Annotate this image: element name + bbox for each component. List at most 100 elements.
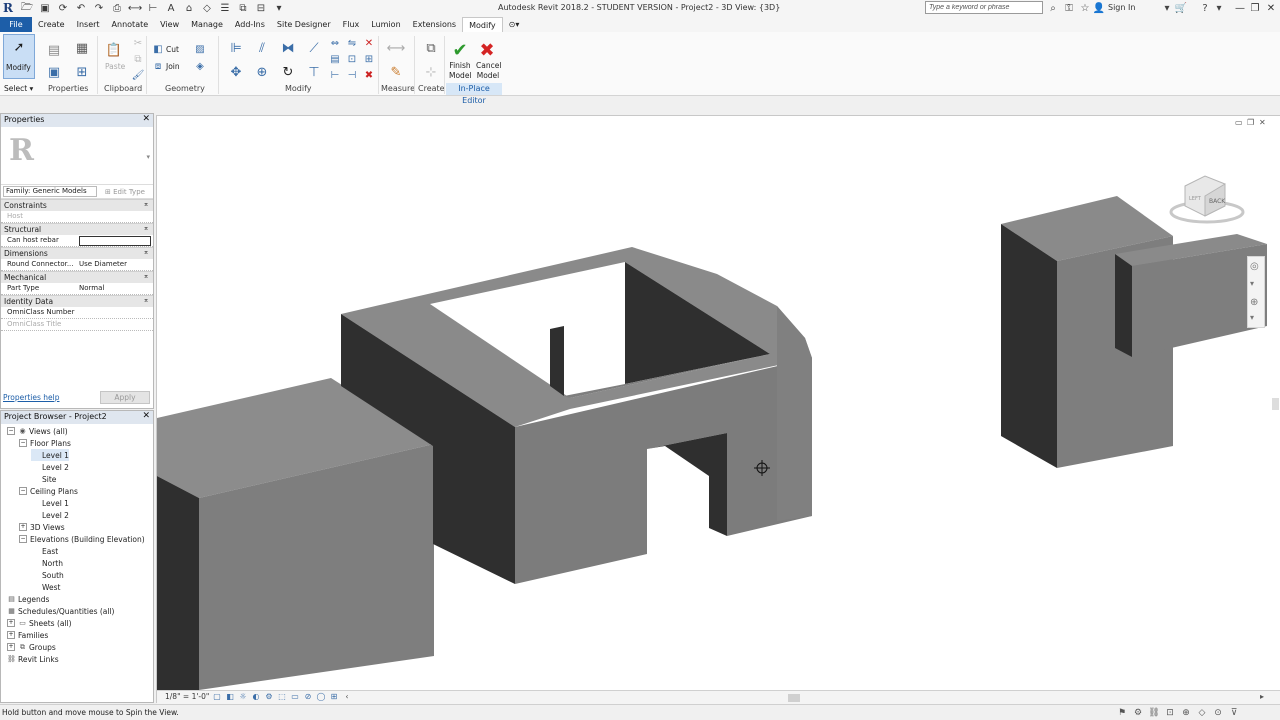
close-view-icon[interactable]: ✕ [1259,118,1266,127]
browser-item[interactable]: + ▭ Sheets (all) [7,617,72,629]
property-value[interactable] [77,307,153,318]
dimension-icon[interactable]: ⊢ [146,1,160,15]
copy-tool-icon[interactable]: ⊕ [248,58,276,86]
properties-help-link[interactable]: Properties help [3,393,60,402]
select-by-face-icon[interactable]: ◇ [1196,707,1208,719]
browser-item[interactable]: + Families [7,629,48,641]
tab-[interactable]: ⊙▾ [503,17,526,32]
trim-icon[interactable]: ⊤ [300,58,328,86]
horizontal-scrollbar[interactable] [788,694,800,702]
browser-item[interactable]: West [31,581,60,593]
tab-file[interactable]: File [0,17,32,32]
drag-elements-icon[interactable]: ⊙ [1212,707,1224,719]
tab-lumion[interactable]: Lumion [365,17,406,32]
viewcube[interactable]: BACK LEFT [1165,172,1245,232]
visual-style-icon[interactable]: ◧ [225,692,235,702]
close-windows-icon[interactable]: ⧉ [236,1,250,15]
worksets-icon[interactable]: ⚑ [1116,707,1128,719]
browser-item[interactable]: North [31,557,63,569]
property-group-header[interactable]: Dimensions ⌅ [1,247,153,259]
sign-in-dropdown-icon[interactable]: ▾ [1160,1,1174,15]
close-icon[interactable]: ✕ [142,411,150,421]
tab-extensions[interactable]: Extensions [407,17,462,32]
tab-modify[interactable]: Modify [462,17,503,32]
browser-item[interactable]: − ◉ Views (all) [7,425,68,437]
apply-button[interactable]: Apply [100,391,150,404]
nav-dropdown-icon[interactable]: ▾ [1250,279,1254,288]
vertical-scrollbar[interactable] [1272,398,1279,410]
property-group-header[interactable]: Structural ⌅ [1,223,153,235]
subscription-icon[interactable]: ⚿ [1062,1,1076,15]
edit-type-button[interactable]: ⊞ Edit Type [105,188,145,196]
redo-icon[interactable]: ↷ [92,1,106,15]
property-value[interactable] [77,235,153,246]
measure-pencil-icon[interactable]: ✎ [382,58,410,86]
paste-icon[interactable]: 📋 [100,36,128,64]
split-gap-icon[interactable]: ⇋ [344,36,360,50]
tab-add-ins[interactable]: Add-Ins [229,17,271,32]
switch-windows-icon[interactable]: ⊟ [254,1,268,15]
rendering-icon[interactable]: ⚙ [264,692,274,702]
browser-item[interactable]: − Floor Plans [19,437,71,449]
finish-model-button[interactable]: Finish Model [449,61,472,81]
family-category-icon[interactable]: ⊞ [68,58,96,86]
open-icon[interactable]: 🗁 [20,1,34,15]
collapse-icon[interactable]: − [19,487,27,495]
close-icon[interactable]: ✕ [1261,0,1280,16]
scroll-left-icon[interactable]: ‹ [342,692,352,702]
binoculars-icon[interactable]: ⌕ [1046,1,1060,15]
close-icon[interactable]: ✕ [142,114,150,124]
select-dropdown[interactable]: Select ▾ [4,84,33,93]
browser-item[interactable]: Site [31,473,56,485]
restore-view-icon[interactable]: ❐ [1247,118,1254,127]
sync-icon[interactable]: ⟳ [56,1,70,15]
property-value[interactable] [77,211,153,222]
join-icon[interactable]: ⧈ [150,59,166,73]
temporary-hide-icon[interactable]: ⊘ [303,692,313,702]
chevron-down-icon[interactable]: ▾ [146,153,150,161]
browser-item[interactable]: Level 2 [31,461,69,473]
browser-item[interactable]: Level 1 [31,497,69,509]
zoom-icon[interactable]: ⊕ [1250,297,1258,308]
sign-in-link[interactable]: Sign In [1108,3,1135,12]
match-type-icon[interactable]: 🖌 [130,68,146,82]
unpin-icon[interactable]: ✕ [361,36,377,50]
select-links-icon[interactable]: ⛓ [1148,707,1160,719]
favorites-icon[interactable]: ☆ [1078,1,1092,15]
sun-path-icon[interactable]: ☼ [238,692,248,702]
minimize-view-icon[interactable]: ▭ [1235,118,1243,127]
browser-item[interactable]: + ⧉ Groups [7,641,56,653]
browser-item[interactable]: − Ceiling Plans [19,485,78,497]
finish-check-icon[interactable]: ✔ [446,36,474,64]
tab-view[interactable]: View [154,17,185,32]
search-input[interactable] [925,1,1043,14]
browser-item[interactable]: ▤ Legends [7,593,49,605]
scale-icon[interactable]: ⊡ [344,52,360,66]
shadows-icon[interactable]: ◐ [251,692,261,702]
browser-item[interactable]: +3D Views [19,521,65,533]
reveal-hidden-icon[interactable]: ◯ [316,692,326,702]
create-similar-icon[interactable]: ⊹ [417,58,445,86]
undo-icon[interactable]: ↶ [74,1,88,15]
thin-lines-icon[interactable]: ☰ [218,1,232,15]
zoom-dropdown-icon[interactable]: ▾ [1250,313,1254,322]
wall-joins-icon[interactable]: ▨ [192,42,208,56]
user-icon[interactable]: 👤 [1093,1,1105,15]
steering-wheel-icon[interactable]: ◎ [1250,261,1259,272]
can-host-rebar-checkbox[interactable] [79,236,151,246]
browser-item[interactable]: ⛓ Revit Links [7,653,59,665]
expand-icon[interactable]: + [19,523,27,531]
default-3d-icon[interactable]: ⌂ [182,1,196,15]
collapse-icon[interactable]: ⌅ [143,224,149,232]
view-scale[interactable]: 1/8" = 1'-0" [165,692,209,701]
tab-manage[interactable]: Manage [185,17,229,32]
browser-item[interactable]: Level 1 [31,449,69,461]
cut-label[interactable]: Cut [166,45,179,54]
copy-clipboard-icon[interactable]: ⧉ [130,52,146,66]
delete-icon[interactable]: ✖ [361,68,377,82]
split-icon[interactable]: ⇔ [327,36,343,50]
split-face-icon[interactable]: ◈ [192,59,208,73]
filter-icon[interactable]: ⊽ [1228,707,1240,719]
rotate-icon[interactable]: ↻ [274,58,302,86]
help-dropdown-icon[interactable]: ▾ [1212,1,1226,15]
